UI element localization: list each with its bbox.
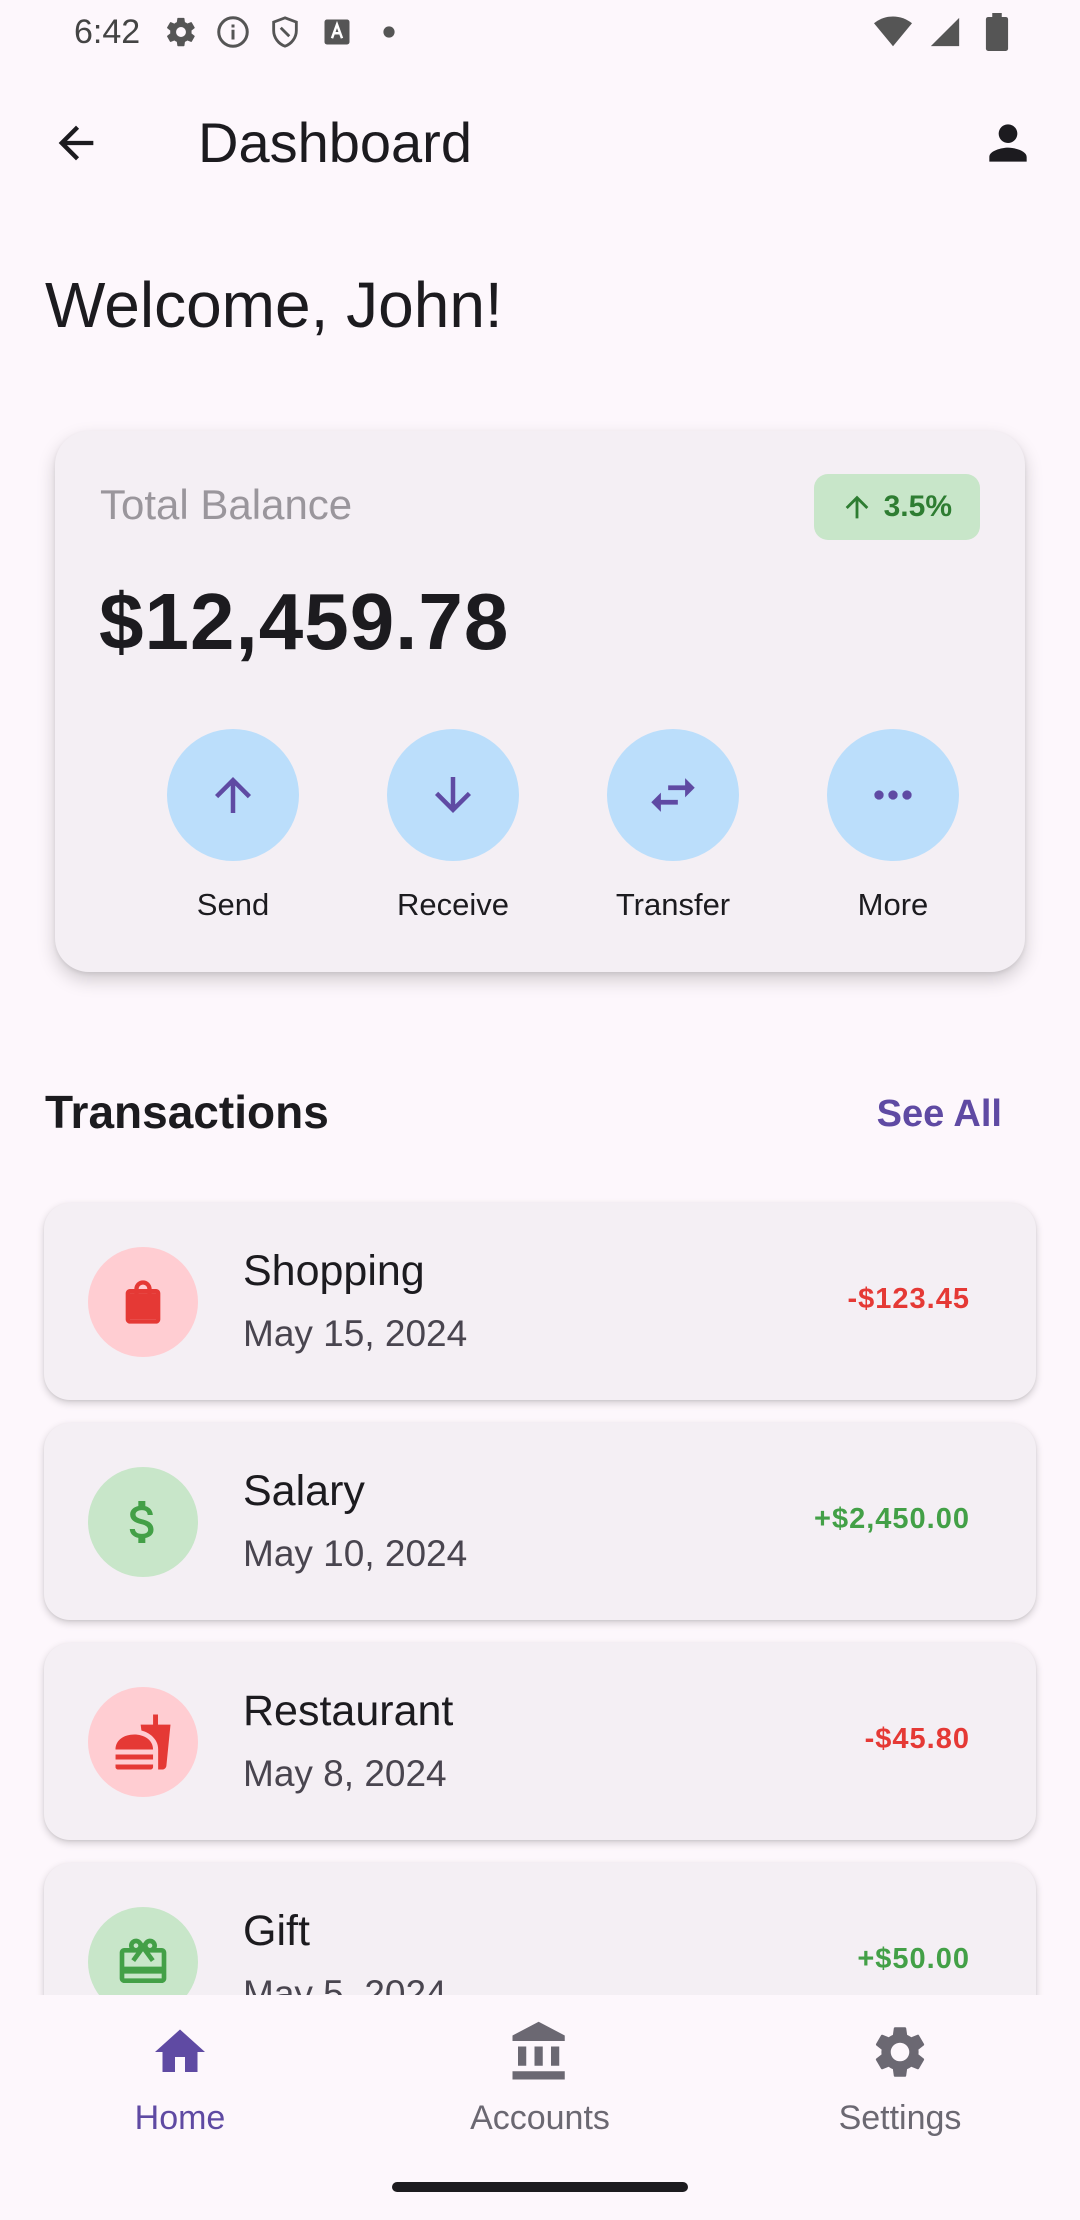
gift-card-icon xyxy=(119,1938,167,1983)
person-icon xyxy=(989,123,1027,162)
transaction-amount: -$123.45 xyxy=(847,1283,970,1315)
bank-icon xyxy=(507,2017,573,2087)
transfer-label: Transfer xyxy=(615,887,731,922)
settings-icon xyxy=(869,2017,931,2087)
transaction-date: May 15, 2024 xyxy=(243,1313,468,1354)
swap-icon xyxy=(651,778,695,812)
welcome-heading: Welcome, John! xyxy=(45,269,503,341)
see-all-link[interactable]: See All xyxy=(877,1093,1002,1136)
home-indicator xyxy=(392,2182,688,2192)
more-horiz-icon xyxy=(874,790,912,800)
send-circle[interactable] xyxy=(167,729,299,861)
status-time: 6:42 xyxy=(74,12,141,51)
app-bar: Dashboard xyxy=(0,70,1080,215)
nav-label-home: Home xyxy=(134,2099,226,2137)
transaction-amount: +$2,450.00 xyxy=(814,1503,970,1535)
balance-label: Total Balance xyxy=(100,481,353,528)
nav-home[interactable]: Home xyxy=(60,2017,300,2138)
battery-icon xyxy=(978,13,1016,51)
transaction-item-salary[interactable]: Salary May 10, 2024 +$2,450.00 xyxy=(44,1423,1036,1620)
receive-button[interactable]: Receive xyxy=(363,729,543,923)
nav-label-accounts: Accounts xyxy=(470,2099,610,2137)
nav-label-settings: Settings xyxy=(838,2099,962,2137)
screen: 6:42 Dashboard Welcome, John! Total Bala… xyxy=(0,0,1080,2220)
transaction-amount: +$50.00 xyxy=(857,1943,970,1975)
transaction-name: Restaurant xyxy=(243,1687,454,1735)
nav-settings[interactable]: Settings xyxy=(780,2017,1020,2138)
send-button[interactable]: Send xyxy=(143,729,323,923)
more-label: More xyxy=(857,887,929,922)
balance-card: Total Balance 3.5% $12,459.78 Send Recei… xyxy=(55,431,1025,972)
trend-value: 3.5% xyxy=(883,490,952,523)
arrow-back-icon xyxy=(58,125,94,160)
arrow-up-icon xyxy=(845,495,868,519)
transfer-circle[interactable] xyxy=(607,729,739,861)
status-bar: 6:42 xyxy=(0,0,1080,64)
nav-accounts[interactable]: Accounts xyxy=(420,2017,660,2138)
transfer-button[interactable]: Transfer xyxy=(583,729,763,923)
receive-label: Receive xyxy=(397,887,509,922)
fastfood-icon xyxy=(115,1714,171,1770)
dot-icon xyxy=(370,13,408,51)
transaction-icon-circle xyxy=(88,1247,198,1357)
transaction-name: Salary xyxy=(243,1467,365,1515)
transaction-name: Gift xyxy=(243,1907,310,1955)
more-button[interactable]: More xyxy=(803,729,983,923)
transaction-item-shopping[interactable]: Shopping May 15, 2024 -$123.45 xyxy=(44,1203,1036,1400)
transactions-title: Transactions xyxy=(45,1086,329,1138)
transaction-amount: -$45.80 xyxy=(864,1723,970,1755)
send-label: Send xyxy=(196,887,270,922)
more-circle[interactable] xyxy=(827,729,959,861)
arrow-down-icon xyxy=(435,777,471,813)
dollar-icon xyxy=(129,1501,154,1543)
transaction-date: May 8, 2024 xyxy=(243,1753,447,1794)
transaction-item-restaurant[interactable]: Restaurant May 8, 2024 -$45.80 xyxy=(44,1643,1036,1840)
a-icon xyxy=(318,13,356,51)
arrow-up-icon xyxy=(215,777,251,813)
transaction-icon-circle xyxy=(88,1687,198,1797)
shield-icon xyxy=(266,13,304,51)
profile-button[interactable] xyxy=(972,107,1044,179)
signal-icon xyxy=(926,13,964,51)
balance-amount: $12,459.78 xyxy=(99,577,510,666)
home-icon xyxy=(150,2017,210,2087)
trend-badge: 3.5% xyxy=(813,474,980,540)
status-right xyxy=(874,13,1016,51)
back-button[interactable] xyxy=(44,111,108,175)
info-icon xyxy=(214,13,252,51)
transaction-date: May 10, 2024 xyxy=(243,1533,468,1574)
quick-actions: Send Receive Transfer More xyxy=(143,729,959,939)
receive-circle[interactable] xyxy=(387,729,519,861)
page-title: Dashboard xyxy=(198,111,472,174)
gear-icon xyxy=(162,13,200,51)
transaction-icon-circle xyxy=(88,1467,198,1577)
shopping-bag-icon xyxy=(125,1280,161,1324)
wifi-icon xyxy=(874,13,912,51)
status-left: 6:42 xyxy=(74,13,408,52)
transaction-name: Shopping xyxy=(243,1247,425,1295)
